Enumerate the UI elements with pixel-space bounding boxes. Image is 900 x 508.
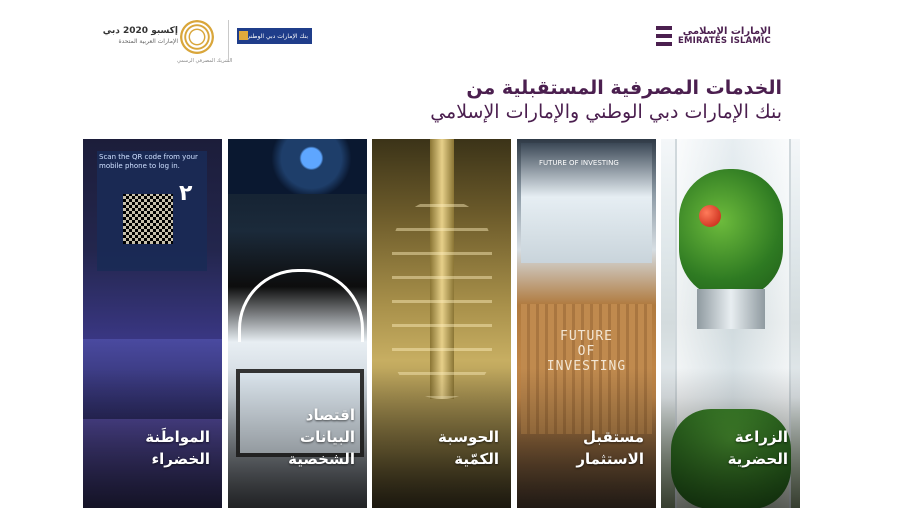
emirates-islamic-english-name: EMIRATES ISLAMIC: [678, 35, 771, 46]
headline-line-2: بنك الإمارات دبي الوطني والإمارات الإسلا…: [430, 101, 782, 123]
logo-divider: [228, 20, 229, 60]
panel-quantum-computing[interactable]: الحوسبة الكمّية: [372, 139, 511, 508]
expo-partner-text: الشريك المصرفي الرسمي: [177, 58, 233, 64]
qr-code-icon: [123, 194, 173, 244]
panel-personal-data-economy[interactable]: اقتصاد البيانات الشخصية: [228, 139, 367, 508]
expo-emblem-icon: [180, 20, 214, 54]
qr-instruction-text: Scan the QR code from your mobile phone …: [99, 153, 198, 170]
panel-future-of-investing[interactable]: FUTURE OF INVESTING FUTURE OF INVESTING …: [517, 139, 656, 508]
expo-title: إكسبو 2020 دبي: [102, 26, 178, 36]
planter-pot: [697, 289, 765, 329]
screen-caption: FUTURE OF INVESTING: [539, 159, 619, 167]
headline: الخدمات المصرفية المستقبلية من بنك الإما…: [430, 76, 782, 124]
feature-panels: Scan the QR code from your mobile phone …: [83, 139, 800, 508]
panel-label: اقتصاد البيانات الشخصية: [288, 406, 355, 468]
white-arch-structure: [238, 269, 364, 342]
headline-line-1: الخدمات المصرفية المستقبلية من: [466, 77, 782, 99]
enbd-mark-icon: [239, 31, 248, 40]
tomato-icon: [699, 205, 721, 227]
panel-urban-farming[interactable]: الزراعة الحضرية: [661, 139, 800, 508]
enbd-name: بنك الإمارات دبي الوطني: [245, 32, 308, 40]
panel-label: الزراعة الحضرية: [727, 428, 788, 468]
expo-subtitle: الإمارات العربية المتحدة: [118, 38, 179, 45]
expo-2020-logo: إكسبو 2020 دبي الإمارات العربية المتحدة …: [103, 20, 232, 68]
panel-label: مستقبل الاستثمار: [576, 428, 644, 468]
enbd-logo: بنك الإمارات دبي الوطني: [237, 28, 312, 44]
plant-icon: [679, 169, 783, 299]
panel-label: المواطَنة الخضراء: [145, 428, 210, 468]
ceiling-display: [228, 139, 367, 194]
panel-label: الحوسبة الكمّية: [438, 428, 499, 468]
emirates-islamic-mark-icon: [656, 25, 672, 47]
panel-green-citizenship[interactable]: Scan the QR code from your mobile phone …: [83, 139, 222, 508]
emirates-islamic-logo: الإمارات الإسلامي EMIRATES ISLAMIC: [656, 24, 771, 48]
screen-number: ٢: [179, 181, 193, 206]
